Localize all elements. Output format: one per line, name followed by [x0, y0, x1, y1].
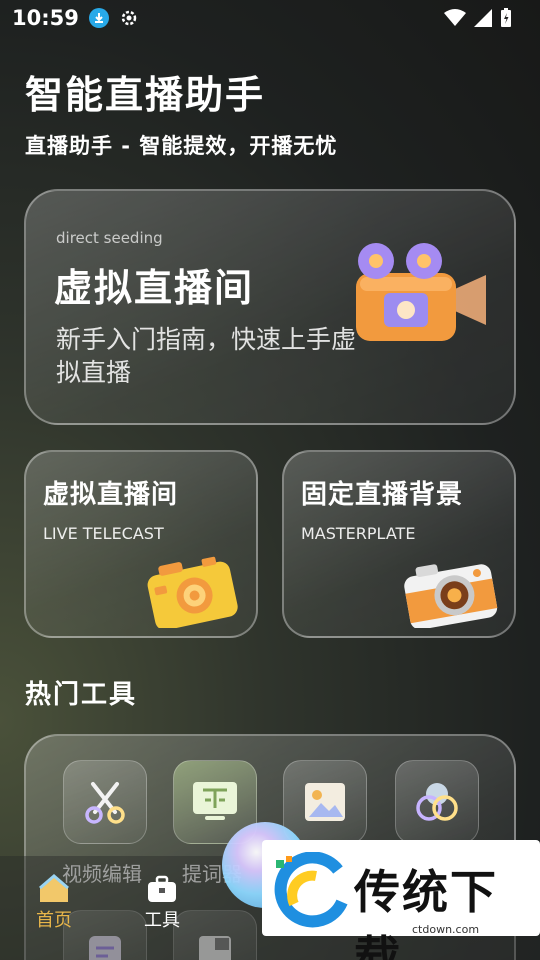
- hero-title: 虚拟直播间: [54, 266, 255, 310]
- scissors-icon: [85, 782, 125, 824]
- card-title: 固定直播背景: [301, 480, 464, 510]
- virtual-studio-hero-card[interactable]: direct seeding 虚拟直播间 新手入门指南，快速上手虚拟直播: [24, 189, 516, 425]
- image-tool[interactable]: [283, 760, 367, 844]
- nav-tools-label: 工具: [144, 910, 180, 931]
- masterplate-card[interactable]: 固定直播背景 MASTERPLATE: [282, 450, 516, 638]
- download-icon: [88, 8, 109, 28]
- hot-tools-title: 热门工具: [25, 680, 138, 710]
- card-title: 虚拟直播间: [43, 480, 179, 510]
- color-tool[interactable]: [395, 760, 479, 844]
- battery-charging-icon: [501, 8, 511, 27]
- status-time: 10:59: [12, 6, 79, 30]
- watermark-logo-icon: [274, 852, 348, 928]
- card-english-label: LIVE TELECAST: [43, 524, 164, 543]
- nav-home-label: 首页: [36, 910, 72, 931]
- status-bar: 10:59: [0, 0, 540, 36]
- orange-camera-icon: [404, 564, 498, 628]
- watermark-text: 传统下载: [354, 865, 498, 960]
- teleprompter-icon: [193, 782, 237, 820]
- watermark-logo: 传统下载 ctdown.com: [262, 840, 540, 960]
- nav-home[interactable]: 首页: [36, 874, 72, 932]
- nav-tools[interactable]: 工具: [144, 874, 180, 932]
- yellow-camera-icon: [147, 556, 238, 628]
- gear-icon: [121, 10, 137, 26]
- video-camera-icon: [356, 243, 486, 341]
- toolbox-icon: [148, 875, 176, 902]
- signal-icon: [474, 9, 492, 27]
- video-edit-tool[interactable]: [63, 760, 147, 844]
- status-icons: [444, 8, 528, 28]
- color-circles-icon: [416, 783, 458, 821]
- app-subtitle: 直播助手 - 智能提效，开播无忧: [25, 134, 338, 158]
- image-icon: [305, 783, 345, 821]
- watermark-url: ctdown.com: [412, 923, 480, 936]
- card-english-label: MASTERPLATE: [301, 524, 416, 543]
- wifi-icon: [444, 9, 466, 26]
- live-telecast-card[interactable]: 虚拟直播间 LIVE TELECAST: [24, 450, 258, 638]
- app-title: 智能直播助手: [25, 73, 266, 117]
- hero-description: 新手入门指南，快速上手虚拟直播: [56, 325, 357, 387]
- home-icon: [39, 874, 69, 902]
- hero-english-label: direct seeding: [56, 229, 163, 247]
